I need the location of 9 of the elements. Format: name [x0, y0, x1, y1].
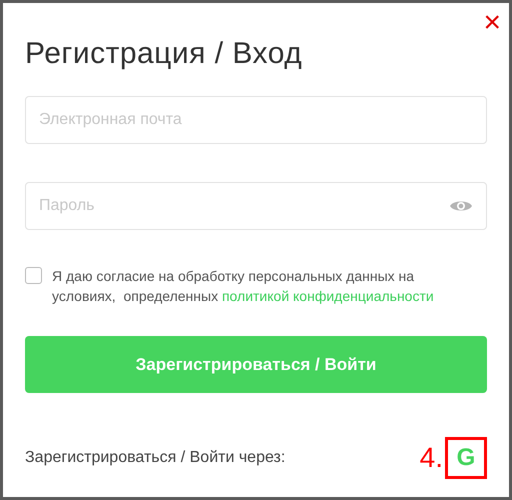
privacy-policy-link[interactable]: политикой конфиденциальности	[222, 288, 434, 304]
close-button[interactable]: ×	[481, 9, 503, 37]
dialog-title: Регистрация / Вход	[25, 36, 304, 72]
social-login-label: Зарегистрироваться / Войти через:	[25, 448, 286, 468]
annotation-number: 4.	[420, 443, 443, 473]
social-login-button[interactable]: G	[445, 437, 487, 479]
consent-checkbox[interactable]	[25, 267, 42, 284]
submit-button[interactable]: Зарегистрироваться / Войти	[25, 336, 487, 393]
consent-text: Я даю согласие на обработку персональных данных на условиях, определенных политикой конфиденциальности	[52, 267, 435, 306]
